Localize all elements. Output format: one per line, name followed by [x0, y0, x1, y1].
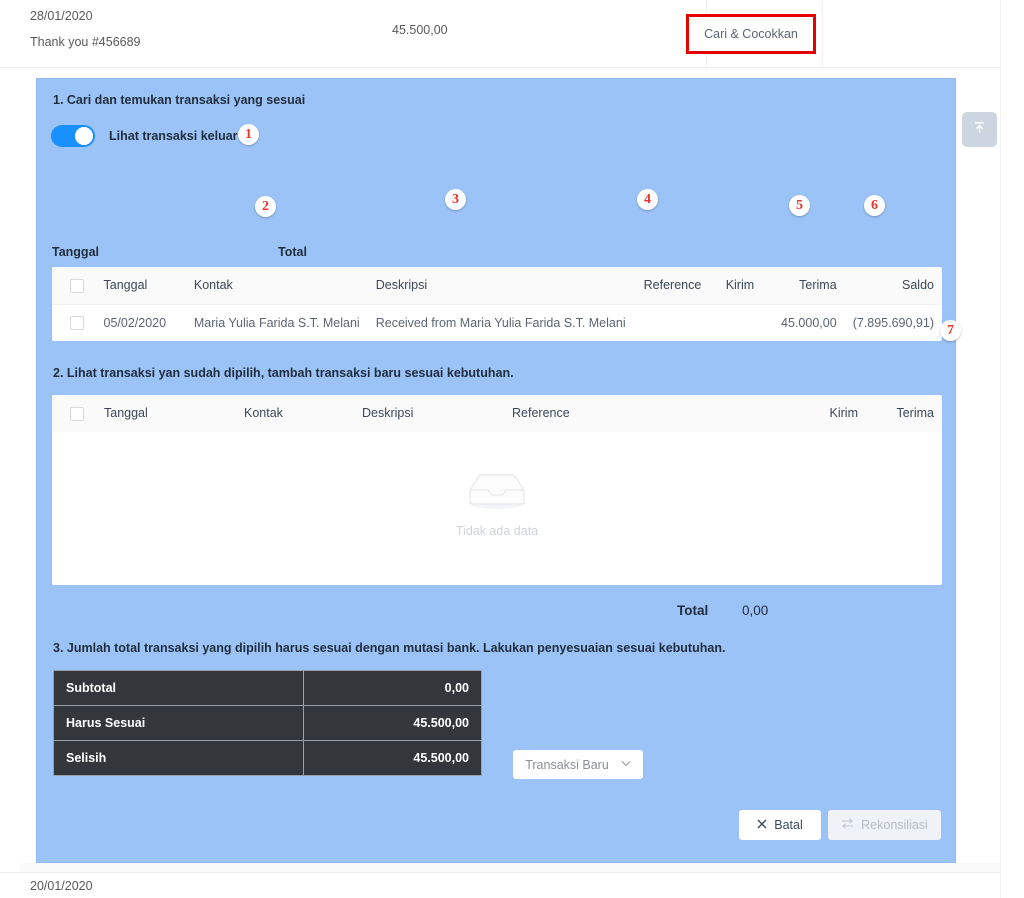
- show-outgoing-toggle-label: Lihat transaksi keluar: [109, 129, 238, 143]
- next-statement-row: 20/01/2020: [0, 872, 1000, 898]
- col-terima: Terima: [762, 267, 845, 304]
- statement-date: 28/01/2020: [30, 9, 93, 23]
- empty-box-icon: [465, 470, 529, 516]
- annotation-marker-7: 7: [940, 320, 961, 341]
- chevron-down-icon: [621, 759, 631, 770]
- annotation-marker-6: 6: [864, 195, 885, 216]
- empty-state: Tidak ada data: [52, 432, 942, 576]
- table-row[interactable]: 05/02/2020 Maria Yulia Farida S.T. Melan…: [52, 304, 942, 341]
- bank-statement-row: 28/01/2020 Thank you #456689 45.500,00 C…: [0, 0, 1000, 68]
- new-transaction-label: Transaksi Baru: [525, 758, 609, 772]
- cancel-label: Batal: [774, 818, 803, 832]
- col-tanggal: Tanggal: [96, 395, 236, 432]
- summary-value-subtotal: 0,00: [304, 671, 482, 706]
- summary-row-selisih: Selisih 45.500,00: [54, 741, 482, 776]
- annotation-marker-3: 3: [445, 189, 466, 210]
- selected-total-label: Total: [677, 603, 708, 618]
- summary-value-harus-sesuai: 45.500,00: [304, 706, 482, 741]
- summary-row-subtotal: Subtotal 0,00: [54, 671, 482, 706]
- find-and-match-link[interactable]: Cari & Cocokkan: [704, 27, 798, 41]
- back-to-top-icon: [972, 120, 987, 140]
- table-header-row: Tanggal Kontak Deskripsi Reference Kirim…: [52, 395, 942, 432]
- selected-total-value: 0,00: [742, 603, 768, 618]
- col-reference: Reference: [634, 267, 710, 304]
- cell-terima: 45.000,00: [762, 304, 845, 341]
- empty-state-label: Tidak ada data: [456, 524, 538, 538]
- annotation-marker-1: 1: [238, 124, 259, 145]
- cell-kirim: [709, 304, 762, 341]
- annotation-marker-5: 5: [789, 195, 810, 216]
- page-right-gutter: [1000, 0, 1024, 898]
- label-tanggal: Tanggal: [52, 245, 99, 259]
- column-divider: [822, 0, 823, 68]
- back-to-top-button[interactable]: [962, 112, 997, 147]
- select-all-header: [52, 395, 96, 432]
- col-kontak: Kontak: [186, 267, 368, 304]
- cell-reference: [634, 304, 710, 341]
- row-select-cell: [52, 304, 96, 341]
- col-deskripsi: Deskripsi: [354, 395, 504, 432]
- reconciliation-page: 28/01/2020 Thank you #456689 45.500,00 C…: [0, 0, 1024, 898]
- swap-icon: [841, 818, 854, 832]
- reconciliation-panel: 1. Cari dan temukan transaksi yang sesua…: [36, 78, 956, 863]
- cell-deskripsi: Received from Maria Yulia Farida S.T. Me…: [368, 304, 634, 341]
- next-statement-date: 20/01/2020: [30, 879, 93, 893]
- new-transaction-button[interactable]: Transaksi Baru: [513, 750, 643, 779]
- selected-transactions-table: Tanggal Kontak Deskripsi Reference Kirim…: [52, 395, 942, 585]
- cancel-button[interactable]: Batal: [739, 810, 821, 840]
- toggle-knob: [75, 127, 93, 145]
- col-deskripsi: Deskripsi: [368, 267, 634, 304]
- cell-tanggal: 05/02/2020: [96, 304, 186, 341]
- close-icon: [757, 818, 767, 832]
- label-total: Total: [278, 245, 307, 259]
- reconcile-label: Rekonsiliasi: [861, 818, 928, 832]
- summary-label-selisih: Selisih: [54, 741, 304, 776]
- reconcile-button[interactable]: Rekonsiliasi: [828, 810, 941, 840]
- col-tanggal: Tanggal: [96, 267, 186, 304]
- table-header-row: Tanggal Kontak Deskripsi Reference Kirim…: [52, 267, 942, 304]
- show-outgoing-toggle[interactable]: [51, 125, 95, 147]
- summary-label-subtotal: Subtotal: [54, 671, 304, 706]
- statement-amount: 45.500,00: [392, 23, 448, 37]
- select-all-checkbox[interactable]: [70, 407, 84, 421]
- show-outgoing-toggle-row: Lihat transaksi keluar: [51, 125, 238, 147]
- annotation-marker-4: 4: [637, 189, 658, 210]
- summary-label-harus-sesuai: Harus Sesuai: [54, 706, 304, 741]
- selected-total-row: Total 0,00: [677, 603, 768, 618]
- step-3-title: 3. Jumlah total transaksi yang dipilih h…: [53, 641, 725, 655]
- select-all-header: [52, 267, 96, 304]
- found-transactions-table: Tanggal Kontak Deskripsi Reference Kirim…: [52, 267, 942, 341]
- summary-table: Subtotal 0,00 Harus Sesuai 45.500,00 Sel…: [53, 670, 482, 776]
- col-kirim: Kirim: [709, 267, 762, 304]
- cell-kontak: Maria Yulia Farida S.T. Melani: [186, 304, 368, 341]
- step-1-title: 1. Cari dan temukan transaksi yang sesua…: [53, 93, 305, 107]
- col-reference: Reference: [504, 395, 780, 432]
- col-saldo: Saldo: [845, 267, 942, 304]
- cell-saldo: (7.895.690,91): [845, 304, 942, 341]
- col-kirim: Kirim: [780, 395, 866, 432]
- summary-value-selisih: 45.500,00: [304, 741, 482, 776]
- step-2-title: 2. Lihat transaksi yan sudah dipilih, ta…: [53, 366, 514, 380]
- col-terima: Terima: [866, 395, 942, 432]
- annotation-marker-2: 2: [255, 196, 276, 217]
- select-all-checkbox[interactable]: [70, 279, 84, 293]
- panel-bottom-shadow: [20, 863, 1000, 872]
- find-match-highlight: Cari & Cocokkan: [686, 14, 816, 54]
- col-kontak: Kontak: [236, 395, 354, 432]
- statement-description: Thank you #456689: [30, 35, 141, 49]
- row-checkbox[interactable]: [70, 316, 84, 330]
- summary-row-harus-sesuai: Harus Sesuai 45.500,00: [54, 706, 482, 741]
